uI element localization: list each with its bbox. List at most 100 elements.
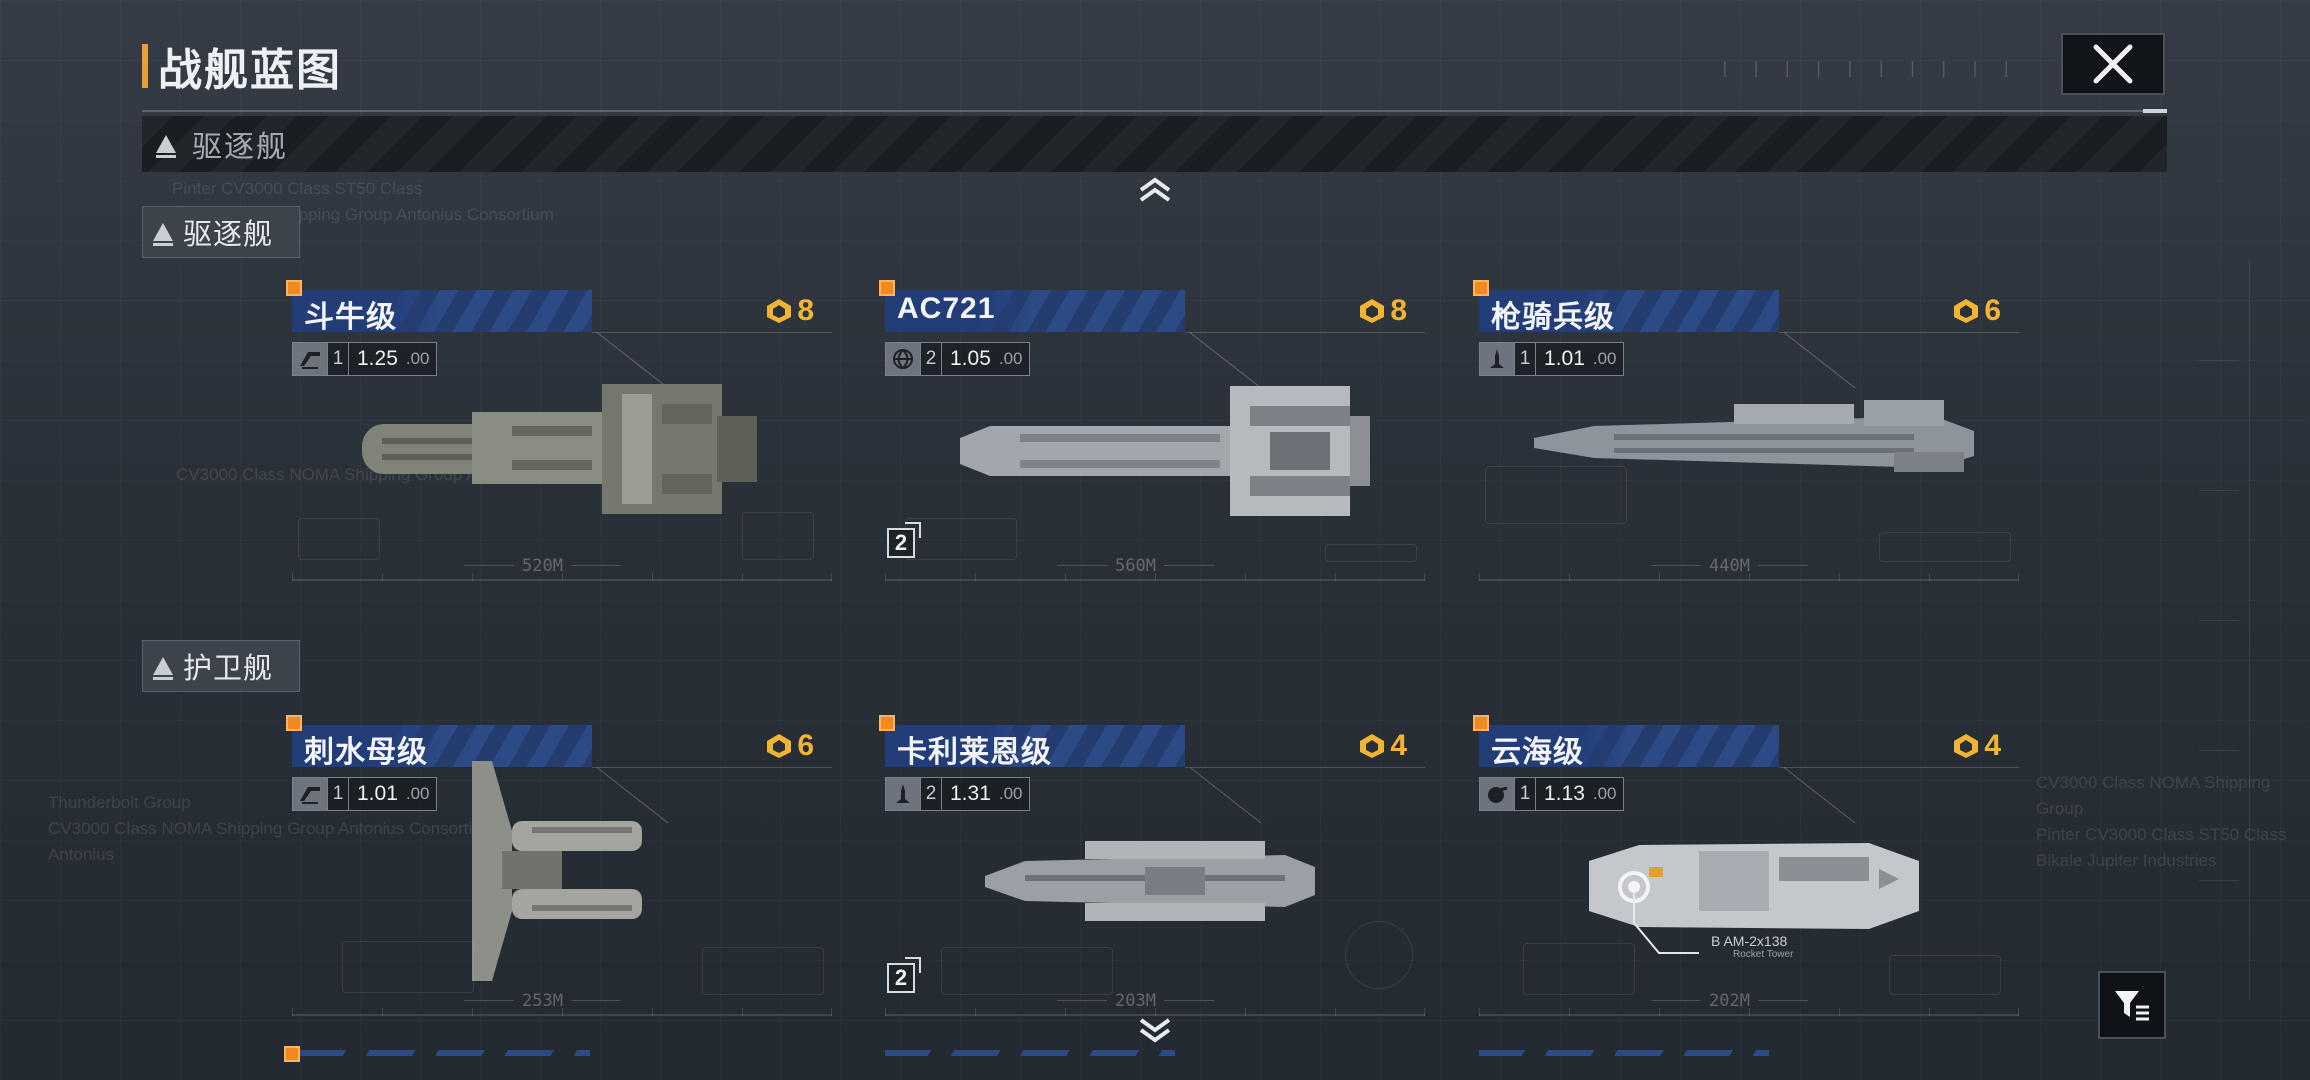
ship-name: 斗牛级 [304, 301, 397, 334]
stat-value: 1.25 [357, 347, 398, 370]
blueprint-sketch [702, 947, 824, 995]
ruler [885, 573, 1425, 593]
new-indicator [284, 1046, 300, 1062]
level: 1 [1514, 343, 1536, 375]
ship-card[interactable]: 枪骑兵级 6 1 1.01 .00 440M [1473, 280, 2029, 586]
ship-name: 卡利莱恩级 [897, 736, 1052, 769]
chevron-down-icon [1139, 1018, 1171, 1043]
ship-length: 520M [464, 556, 621, 576]
close-button[interactable] [2061, 33, 2165, 95]
divider [1779, 332, 2019, 333]
ship-card[interactable]: 刺水母级 6 1 1.01 .00 253M [286, 715, 842, 1021]
section-label: 护卫舰 [183, 653, 274, 685]
blueprint-sketch [1325, 544, 1417, 562]
section-label: 驱逐舰 [183, 219, 274, 251]
blueprint-sketch [1523, 943, 1635, 995]
ship-name: AC721 [897, 292, 996, 325]
category-selector[interactable]: 驱逐舰 [142, 116, 2167, 172]
ship-name: 云海级 [1491, 736, 1584, 769]
stat-box: 2 1.31 .00 [885, 777, 1030, 811]
cost-value: 4 [1984, 729, 2001, 762]
cost-badge: 6 [1952, 294, 2001, 328]
background-scale [2169, 260, 2250, 1000]
cost-badge: 6 [765, 729, 814, 763]
header-divider [142, 109, 2167, 113]
cost-badge: 8 [1358, 294, 1407, 328]
command-points-icon [1954, 299, 1979, 323]
blueprint-sketch [742, 512, 814, 560]
missile-launcher-icon [293, 343, 327, 375]
new-indicator [879, 280, 895, 296]
blueprint-sketch [1345, 921, 1413, 989]
scroll-down-button[interactable] [1135, 1014, 1175, 1044]
cost-badge: 8 [765, 294, 814, 328]
ruler [292, 1008, 832, 1028]
background-text-3: CV3000 Class NOMA Shipping Group Pinter C… [2036, 773, 2287, 870]
cost-value: 8 [1390, 294, 1407, 327]
pointer-line [1189, 767, 1262, 824]
blueprint-sketch [1889, 955, 2001, 995]
cost-value: 4 [1390, 729, 1407, 762]
blueprint-sketch [941, 947, 1113, 995]
ship-card[interactable]: 斗牛级 8 1 1.25 .00 520M [286, 280, 842, 586]
divider [1779, 767, 2019, 768]
next-row-card-peek [1479, 1050, 1769, 1056]
level: 1 [1514, 778, 1536, 810]
title-accent [142, 44, 148, 88]
command-points-icon [1954, 734, 1979, 758]
fighter-icon [886, 778, 920, 810]
cost-badge: 4 [1358, 729, 1407, 763]
copies-badge: 2 [887, 957, 921, 993]
close-icon [2093, 44, 2133, 84]
scroll-up-button[interactable] [1135, 176, 1175, 206]
stat-box: 2 1.05 .00 [885, 342, 1030, 376]
divider [1185, 332, 1425, 333]
ship-card[interactable]: 云海级 4 1 1.13.00 B AM-2x138 Rocket Tower … [1473, 715, 2029, 1021]
cost-value: 8 [797, 294, 814, 327]
ship-card[interactable]: AC721 8 2 1.05 .00 2 560M [879, 280, 1435, 586]
ruler [292, 573, 832, 593]
stat-decimal: .00 [405, 349, 430, 368]
ship-card[interactable]: 卡利莱恩级 4 2 1.31 .00 2 203M [879, 715, 1435, 1021]
copies-badge: 2 [887, 522, 921, 558]
fighter-icon [1480, 343, 1514, 375]
cost-badge: 4 [1952, 729, 2001, 763]
category-selector-label: 驱逐舰 [192, 131, 288, 164]
ruler [1479, 573, 2019, 593]
ruler [1479, 1008, 2019, 1028]
filter-icon [2115, 991, 2149, 1021]
stat-value: 1.01 [357, 782, 398, 805]
stat-value: 1.31 [950, 782, 991, 805]
filter-button[interactable] [2098, 971, 2166, 1039]
level: 2 [920, 343, 942, 375]
stat-box: 1 1.01 .00 [1479, 342, 1624, 376]
new-indicator [1473, 280, 1489, 296]
level: 2 [920, 778, 942, 810]
missile-launcher-icon [293, 778, 327, 810]
blueprint-sketch [905, 518, 1017, 560]
stat-value: 1.13 [1544, 782, 1585, 805]
stat-box: 1 1.01 .00 [292, 777, 437, 811]
ship-model-image [362, 384, 757, 514]
stat-decimal: .00 [998, 349, 1023, 368]
command-points-icon [1360, 299, 1385, 323]
globe-icon [886, 343, 920, 375]
command-points-icon [1360, 734, 1385, 758]
stat-decimal: .00 [405, 784, 430, 803]
new-indicator [286, 280, 302, 296]
callout-line [1633, 893, 1699, 954]
ship-class-icon [156, 135, 176, 158]
pointer-line [1783, 332, 1856, 389]
new-indicator [879, 715, 895, 731]
stat-decimal: .00 [1592, 349, 1617, 368]
ship-length: 253M [464, 991, 621, 1011]
section-frigate: 护卫舰 [142, 640, 300, 692]
stat-decimal: .00 [998, 784, 1023, 803]
blueprint-sketch [1879, 532, 2011, 562]
new-indicator [1473, 715, 1489, 731]
cost-value: 6 [797, 729, 814, 762]
ship-model-image [960, 386, 1370, 516]
level: 1 [327, 343, 349, 375]
weapon-callout: B AM-2x138 Rocket Tower [1711, 933, 1794, 960]
chevron-up-icon [1139, 177, 1171, 202]
